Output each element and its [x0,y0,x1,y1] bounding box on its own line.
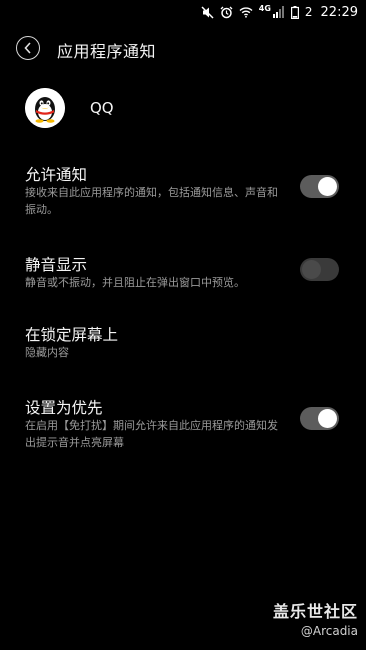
setting-allow-notifications[interactable]: 允许通知 接收来自此应用程序的通知，包括通知信息、声音和振动。 [0,163,366,223]
wifi-icon [239,6,253,18]
mute-icon [201,5,214,19]
setting-lock-screen[interactable]: 在锁定屏幕上 隐藏内容 [0,323,366,367]
setting-silent-display[interactable]: 静音显示 静音或不振动，并且阻止在弹出窗口中预览。 [0,253,366,297]
priority-toggle[interactable] [300,407,339,430]
toggle-knob [318,409,337,428]
setting-title: 静音显示 [25,256,88,274]
page-title: 应用程序通知 [57,42,157,61]
setting-title: 设置为优先 [25,399,103,417]
toggle-knob [318,177,337,196]
clock: 22:29 [320,4,358,20]
app-info: QQ [0,86,366,132]
back-arrow-icon [24,42,31,54]
toggle-knob [302,260,321,279]
network-type-label: 4G [258,3,271,13]
setting-title: 允许通知 [25,166,88,184]
silent-display-toggle[interactable] [300,258,339,281]
setting-description: 隐藏内容 [25,346,69,359]
allow-notifications-toggle[interactable] [300,175,339,198]
battery-level: 2 [304,5,313,19]
watermark: 盖乐世社区 @Arcadia [273,598,358,638]
setting-title: 在锁定屏幕上 [25,326,119,344]
signal-icon [272,6,285,18]
setting-description: 在启用【免打扰】期间允许来自此应用程序的通知发出提示音并点亮屏幕 [25,419,278,449]
setting-priority[interactable]: 设置为优先 在启用【免打扰】期间允许来自此应用程序的通知发出提示音并点亮屏幕 [0,396,366,456]
back-button[interactable] [16,36,40,60]
alarm-icon [220,6,233,19]
status-bar: 4G 2 22:29 [0,0,366,24]
app-name: QQ [90,99,114,117]
battery-icon [290,5,299,19]
app-bar: 应用程序通知 [0,28,366,70]
watermark-title: 盖乐世社区 [272,602,358,621]
setting-description: 静音或不振动，并且阻止在弹出窗口中预览。 [25,276,245,289]
qq-app-icon [25,88,65,128]
setting-description: 接收来自此应用程序的通知，包括通知信息、声音和振动。 [25,186,278,216]
watermark-author: @Arcadia [300,624,358,638]
